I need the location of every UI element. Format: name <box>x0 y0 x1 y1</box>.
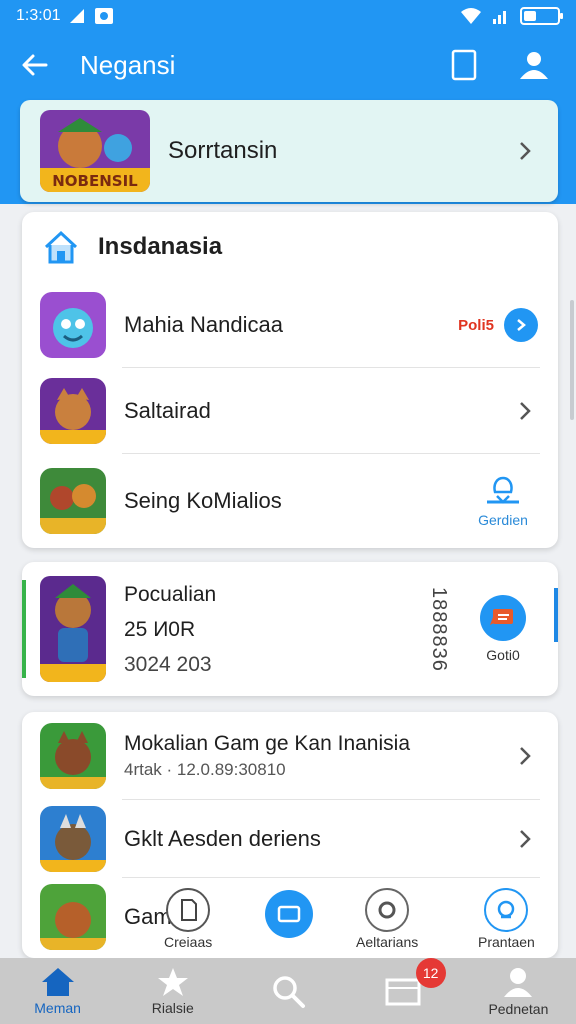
nav-label: Pednetan <box>488 1001 549 1017</box>
nav-favorites[interactable]: Rialsie <box>115 958 230 1024</box>
document-icon <box>181 899 198 921</box>
chevron-right-icon <box>512 826 538 852</box>
status-time: 1:3:01 <box>16 7 61 24</box>
scrollbar[interactable] <box>570 300 574 420</box>
list-item[interactable]: Seing KoMialios Gerdien <box>22 454 558 548</box>
accent-bar <box>22 580 26 678</box>
wifi-icon <box>461 8 481 24</box>
bookmark-button[interactable] <box>442 43 486 87</box>
chevron-right-icon <box>512 743 538 769</box>
chat-bubble-icon <box>498 900 515 919</box>
search-icon <box>273 976 305 1008</box>
inbox-icon <box>385 978 421 1006</box>
nav-profile[interactable]: Pednetan <box>461 958 576 1024</box>
list-item-sub: 4rtak · 12.0.89:30810 <box>124 760 286 779</box>
list-item[interactable]: Saltairad <box>22 368 558 454</box>
activity-label: Aeltarians <box>356 934 419 950</box>
nav-inbox[interactable]: 12 <box>346 958 461 1024</box>
create-action[interactable]: Creiaas <box>164 888 212 950</box>
list-item-label: Saltairad <box>124 398 211 423</box>
list-item[interactable]: Mahia Nandicaa Poli5 <box>22 282 558 368</box>
cell-signal-icon <box>493 11 506 24</box>
game-thumbnail <box>40 576 106 682</box>
nav-label: Rialsie <box>151 1000 194 1016</box>
list-item-label: Mahia Nandicaa <box>124 312 283 337</box>
promo-action-label: Goti0 <box>486 647 520 663</box>
section-card: Insdanasia Mahia Nandicaa Poli5 Saltaira… <box>22 212 558 548</box>
featured-card[interactable]: NOBENSIL Sorrtansin <box>20 100 558 202</box>
nav-home[interactable]: Meman <box>0 958 115 1024</box>
download-action[interactable]: Gerdien <box>468 474 538 528</box>
support-action[interactable]: Prantaen <box>478 888 535 950</box>
message-icon <box>490 609 513 625</box>
promo-meta: 3024 203 <box>124 652 212 676</box>
accent-bar <box>554 588 558 642</box>
nav-search[interactable] <box>230 958 345 1024</box>
featured-game-thumbnail: NOBENSIL <box>40 110 150 192</box>
game-thumbnail <box>40 468 106 534</box>
app-bar: Negansi <box>0 34 576 96</box>
page-title: Negansi <box>80 49 176 80</box>
activity-action[interactable]: Aeltarians <box>356 888 418 950</box>
bottom-nav: Meman Rialsie 12 Pednetan <box>0 958 576 1024</box>
promo-code: 1888836 <box>428 586 450 672</box>
status-bar: 1:3:01 <box>0 0 576 32</box>
section-title: Insdanasia <box>98 233 223 260</box>
featured-title: Sorrtansin <box>168 137 278 164</box>
chevron-right-icon <box>512 138 538 164</box>
list-item-label: Mokalian Gam ge Kan Inanisia <box>124 732 410 755</box>
promo-action[interactable]: Goti0 <box>468 595 538 663</box>
notification-icon <box>95 8 114 24</box>
back-arrow-icon[interactable] <box>20 50 50 80</box>
list-item[interactable]: Mokalian Gam ge Kan Inanisia 4rtak · 12.… <box>22 712 558 800</box>
game-thumbnail <box>40 806 106 872</box>
download-icon <box>487 476 519 504</box>
promo-subtitle: 25 И0R <box>124 617 196 641</box>
star-icon <box>157 968 188 996</box>
list-item[interactable]: Gklt Aesden deriens <box>22 800 558 878</box>
quick-actions: Creiaas Aeltarians Prantaen <box>0 884 576 958</box>
record-icon <box>378 901 396 919</box>
home-icon <box>44 230 78 264</box>
notification-badge: 12 <box>415 958 446 988</box>
home-icon <box>41 968 74 996</box>
battery-icon <box>520 7 563 25</box>
profile-button[interactable] <box>512 43 556 87</box>
tablet-icon <box>451 49 477 81</box>
promo-badge: Poli5 <box>458 316 494 334</box>
game-thumbnail <box>40 723 106 789</box>
promo-title: Pocualian <box>124 582 217 606</box>
download-label: Gerdien <box>478 512 528 528</box>
chevron-right-icon <box>512 398 538 424</box>
open-button[interactable] <box>504 308 538 342</box>
list-item-label: Seing KoMialios <box>124 488 282 513</box>
screen-icon <box>277 905 301 923</box>
game-thumbnail <box>40 292 106 358</box>
chevron-right-icon <box>517 319 526 331</box>
profile-icon <box>504 968 533 997</box>
featured-thumb-text: NOBENSIL <box>52 172 138 190</box>
promo-card[interactable]: Pocualian 25 И0R 3024 203 1888836 Goti0 <box>22 562 558 696</box>
list-item-label: Gklt Aesden deriens <box>124 826 321 851</box>
center-action[interactable] <box>265 890 313 938</box>
create-label: Creiaas <box>164 934 213 950</box>
game-thumbnail <box>40 378 106 444</box>
signal-icon <box>70 9 85 23</box>
section-header: Insdanasia <box>22 212 558 282</box>
user-icon <box>520 52 548 79</box>
support-label: Prantaen <box>478 934 535 950</box>
nav-label: Meman <box>34 1000 81 1016</box>
